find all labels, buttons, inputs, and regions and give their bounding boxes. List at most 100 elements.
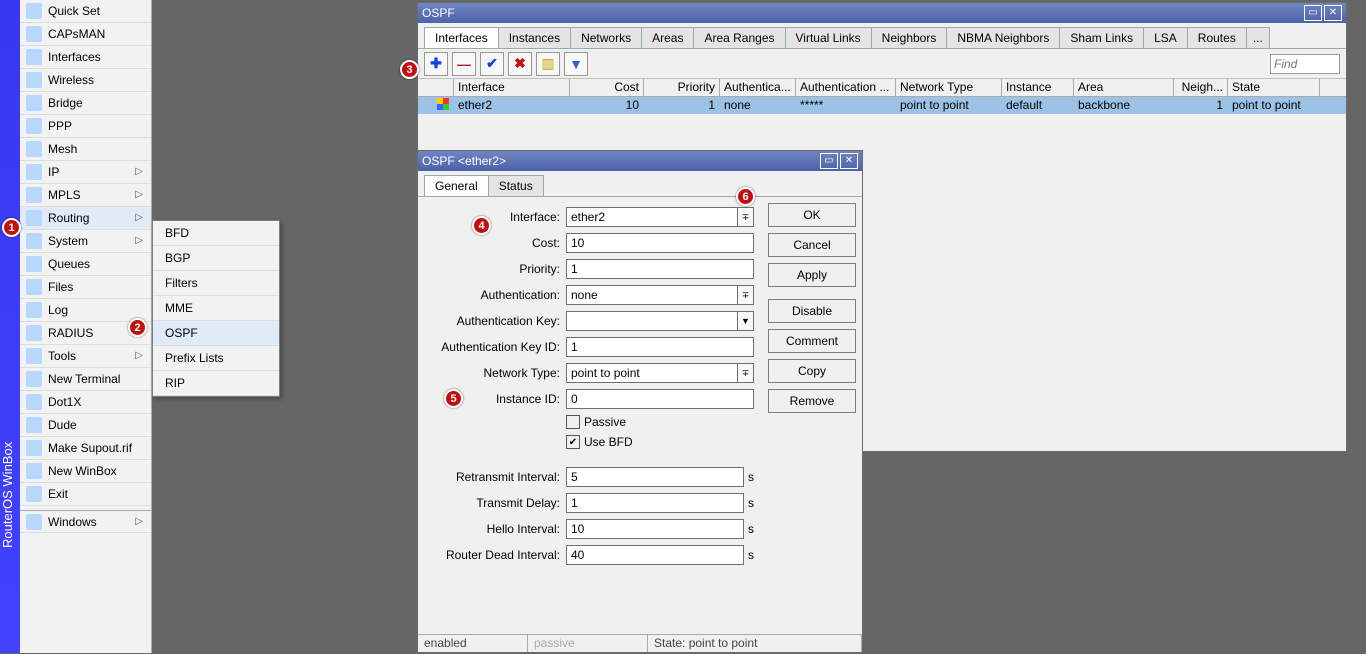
filter-icon[interactable]: ▼ xyxy=(564,52,588,76)
tab-sham-links[interactable]: Sham Links xyxy=(1059,27,1144,48)
col-header[interactable] xyxy=(418,79,454,96)
col-header[interactable]: Priority xyxy=(644,79,720,96)
tab-area-ranges[interactable]: Area Ranges xyxy=(693,27,785,48)
menu-icon xyxy=(26,95,42,111)
submenu-item-bfd[interactable]: BFD xyxy=(153,221,279,246)
tab-routes[interactable]: Routes xyxy=(1187,27,1247,48)
comment-button[interactable]: ▥ xyxy=(536,52,560,76)
tab-networks[interactable]: Networks xyxy=(570,27,642,48)
col-header[interactable]: Area xyxy=(1074,79,1174,96)
menu-item-new-winbox[interactable]: New WinBox xyxy=(20,460,151,483)
menu-label: System xyxy=(48,234,88,248)
close-icon[interactable]: ✕ xyxy=(1324,5,1342,21)
interface-field[interactable] xyxy=(566,207,738,227)
menu-item-bridge[interactable]: Bridge xyxy=(20,92,151,115)
add-button[interactable]: ✚ xyxy=(424,52,448,76)
copy-button[interactable]: Copy xyxy=(768,359,856,383)
menu-item-mesh[interactable]: Mesh xyxy=(20,138,151,161)
submenu-item-bgp[interactable]: BGP xyxy=(153,246,279,271)
menu-item-queues[interactable]: Queues xyxy=(20,253,151,276)
menu-item-ip[interactable]: IP▷ xyxy=(20,161,151,184)
ok-button[interactable]: OK xyxy=(768,203,856,227)
menu-item-new-terminal[interactable]: New Terminal xyxy=(20,368,151,391)
usebfd-checkbox[interactable]: ✔ xyxy=(566,435,580,449)
interface-dropdown[interactable]: ∓ xyxy=(738,207,754,227)
menu-item-tools[interactable]: Tools▷ xyxy=(20,345,151,368)
col-header[interactable]: Interface xyxy=(454,79,570,96)
col-header[interactable]: Authentication ... xyxy=(796,79,896,96)
enable-button[interactable]: ✔ xyxy=(480,52,504,76)
menu-item-mpls[interactable]: MPLS▷ xyxy=(20,184,151,207)
col-header[interactable]: Cost xyxy=(570,79,644,96)
menu-item-capsman[interactable]: CAPsMAN xyxy=(20,23,151,46)
chevron-right-icon: ▷ xyxy=(135,166,143,177)
ospf-titlebar[interactable]: OSPF ▭ ✕ xyxy=(418,3,1346,23)
remove-btn[interactable]: Remove xyxy=(768,389,856,413)
col-header[interactable]: Network Type xyxy=(896,79,1002,96)
menu-item-make-supout-rif[interactable]: Make Supout.rif xyxy=(20,437,151,460)
tab-general[interactable]: General xyxy=(424,175,489,196)
authkey-field[interactable] xyxy=(566,311,738,331)
menu-item-exit[interactable]: Exit xyxy=(20,483,151,506)
dead-field[interactable] xyxy=(566,545,744,565)
auth-dropdown[interactable]: ∓ xyxy=(738,285,754,305)
col-header[interactable]: Authentica... xyxy=(720,79,796,96)
menu-item-wireless[interactable]: Wireless xyxy=(20,69,151,92)
submenu-item-mme[interactable]: MME xyxy=(153,296,279,321)
table-row[interactable]: ether2101none*****point to pointdefaultb… xyxy=(418,97,1346,114)
tab-areas[interactable]: Areas xyxy=(641,27,694,48)
menu-item-files[interactable]: Files xyxy=(20,276,151,299)
submenu-item-ospf[interactable]: OSPF xyxy=(153,321,279,346)
col-header[interactable]: Neigh... xyxy=(1174,79,1228,96)
cost-field[interactable] xyxy=(566,233,754,253)
tab-virtual-links[interactable]: Virtual Links xyxy=(785,27,872,48)
passive-checkbox[interactable] xyxy=(566,415,580,429)
menu-item-dot1x[interactable]: Dot1X xyxy=(20,391,151,414)
restore-icon[interactable]: ▭ xyxy=(1304,5,1322,21)
nettype-field[interactable] xyxy=(566,363,738,383)
comment-button[interactable]: Comment xyxy=(768,329,856,353)
auth-field[interactable] xyxy=(566,285,738,305)
txdelay-field[interactable] xyxy=(566,493,744,513)
disable-button[interactable]: ✖ xyxy=(508,52,532,76)
menu-icon xyxy=(26,164,42,180)
submenu-item-rip[interactable]: RIP xyxy=(153,371,279,396)
tab-interfaces[interactable]: Interfaces xyxy=(424,27,499,48)
submenu-item-filters[interactable]: Filters xyxy=(153,271,279,296)
hello-field[interactable] xyxy=(566,519,744,539)
label-hello: Hello Interval: xyxy=(426,522,566,536)
apply-button[interactable]: Apply xyxy=(768,263,856,287)
menu-icon xyxy=(26,279,42,295)
col-header[interactable]: State xyxy=(1228,79,1320,96)
authkeyid-field[interactable] xyxy=(566,337,754,357)
find-input[interactable] xyxy=(1270,54,1340,74)
tab-instances[interactable]: Instances xyxy=(498,27,571,48)
remove-button[interactable]: — xyxy=(452,52,476,76)
authkey-dropdown[interactable]: ▼ xyxy=(738,311,754,331)
menu-item-routing[interactable]: Routing▷ xyxy=(20,207,151,230)
retrans-field[interactable] xyxy=(566,467,744,487)
restore-icon[interactable]: ▭ xyxy=(820,153,838,169)
menu-icon xyxy=(26,514,42,530)
menu-item-dude[interactable]: Dude xyxy=(20,414,151,437)
tab-more[interactable]: ... xyxy=(1246,27,1270,48)
menu-item-quick-set[interactable]: Quick Set xyxy=(20,0,151,23)
tab-lsa[interactable]: LSA xyxy=(1143,27,1188,48)
priority-field[interactable] xyxy=(566,259,754,279)
nettype-dropdown[interactable]: ∓ xyxy=(738,363,754,383)
submenu-item-prefix-lists[interactable]: Prefix Lists xyxy=(153,346,279,371)
instid-field[interactable] xyxy=(566,389,754,409)
tab-status[interactable]: Status xyxy=(488,175,544,196)
menu-item-windows[interactable]: Windows▷ xyxy=(20,510,151,533)
menu-item-system[interactable]: System▷ xyxy=(20,230,151,253)
menu-item-ppp[interactable]: PPP xyxy=(20,115,151,138)
menu-icon xyxy=(26,26,42,42)
col-header[interactable]: Instance xyxy=(1002,79,1074,96)
cancel-button[interactable]: Cancel xyxy=(768,233,856,257)
disable-button[interactable]: Disable xyxy=(768,299,856,323)
close-icon[interactable]: ✕ xyxy=(840,153,858,169)
tab-nbma-neighbors[interactable]: NBMA Neighbors xyxy=(946,27,1060,48)
tab-neighbors[interactable]: Neighbors xyxy=(871,27,948,48)
iface-titlebar[interactable]: OSPF <ether2> ▭ ✕ xyxy=(418,151,862,171)
menu-item-interfaces[interactable]: Interfaces xyxy=(20,46,151,69)
